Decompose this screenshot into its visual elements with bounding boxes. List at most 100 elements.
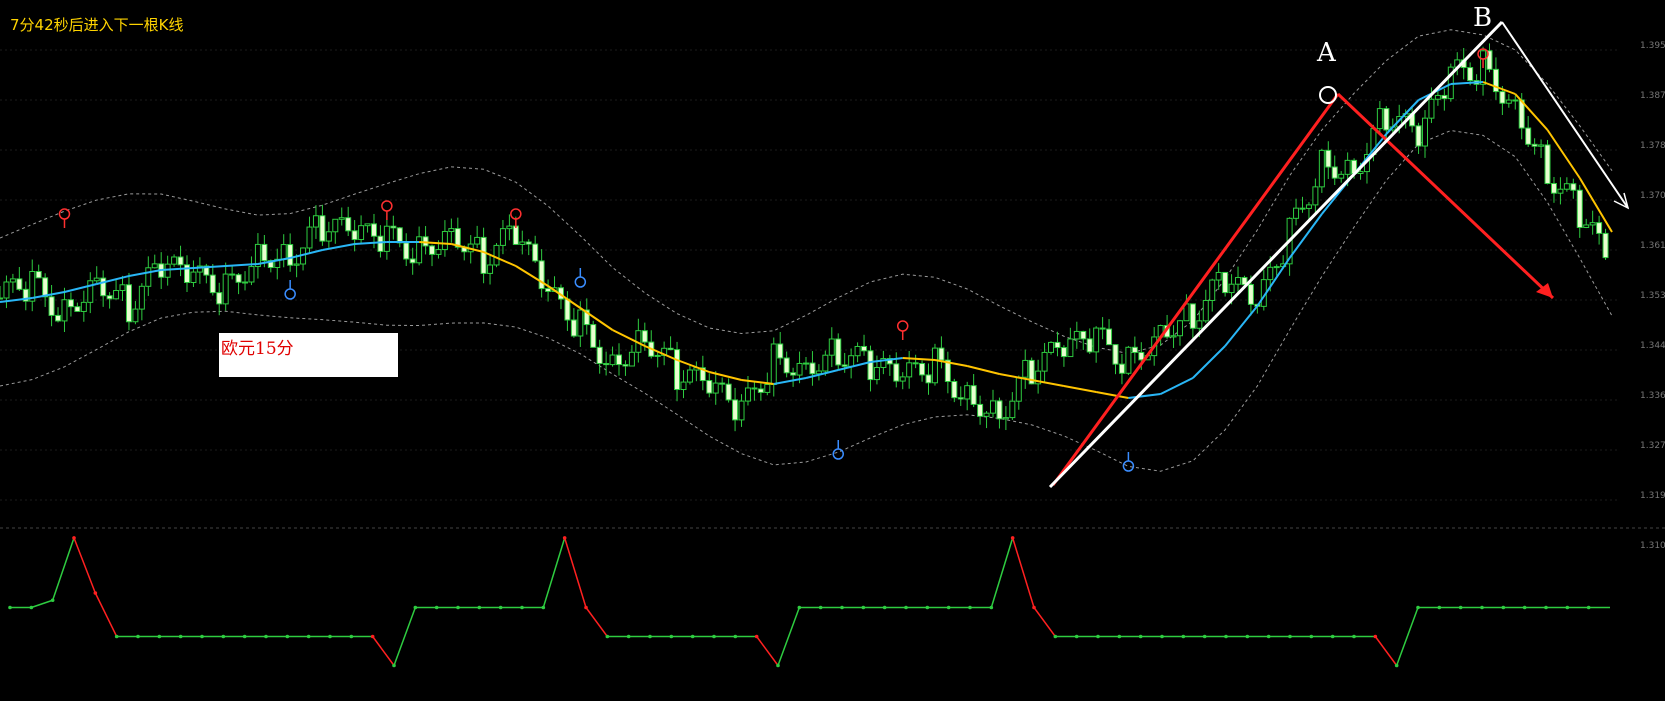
oscillator-point xyxy=(882,605,887,610)
candle-body xyxy=(429,245,436,255)
candle-body xyxy=(132,308,139,323)
candle-body xyxy=(931,347,938,384)
candle-body xyxy=(596,346,603,365)
candle-body xyxy=(1557,188,1564,194)
oscillator-point xyxy=(498,605,503,610)
oscillator-point xyxy=(200,634,204,639)
price-tick-label: 1.3785 xyxy=(1640,141,1665,151)
candle-body xyxy=(87,280,94,303)
oscillator-point xyxy=(989,605,994,610)
candle-body xyxy=(964,385,971,400)
lower-band-line xyxy=(0,130,1613,472)
midline-segment xyxy=(709,371,742,381)
oscillator-point xyxy=(904,605,908,610)
trend-lines xyxy=(1048,20,1630,489)
candle-body xyxy=(822,354,829,372)
candle-body xyxy=(570,319,577,337)
oscillator-point xyxy=(1394,663,1399,668)
candle-body xyxy=(1505,99,1512,104)
candle-body xyxy=(1499,91,1506,104)
red-trend-line-up xyxy=(1051,93,1340,486)
candle-body xyxy=(957,397,964,400)
candle-body xyxy=(100,277,107,297)
candle-body xyxy=(757,388,764,393)
candle-body xyxy=(686,369,693,383)
oscillator-point xyxy=(1138,634,1143,639)
oscillator-point xyxy=(1053,634,1058,639)
candle-body xyxy=(1596,222,1603,234)
candle-body xyxy=(545,288,552,292)
price-tick-label: 1.3955 xyxy=(1640,41,1665,51)
candle-body xyxy=(590,324,597,348)
candle-body xyxy=(725,383,732,401)
candle-body xyxy=(55,314,62,322)
oscillator-point xyxy=(136,634,140,639)
point-a-label: A xyxy=(1317,38,1336,68)
candle-body xyxy=(416,236,423,264)
candle-body xyxy=(1176,320,1183,337)
oscillator-point xyxy=(1117,634,1122,639)
oscillator-point xyxy=(72,536,76,540)
candle-body xyxy=(319,215,326,242)
candle-body xyxy=(1022,359,1029,378)
candle-body xyxy=(790,372,797,376)
candle-body xyxy=(938,347,945,361)
candle-body xyxy=(1015,376,1022,402)
candle-body xyxy=(1325,149,1332,168)
oscillator-point xyxy=(1181,634,1186,639)
candle-body xyxy=(1383,108,1390,131)
point-a-circle xyxy=(1319,86,1337,104)
candle-body xyxy=(1512,99,1519,102)
candle-body xyxy=(906,362,913,378)
candle-body xyxy=(74,306,81,312)
midline-segment xyxy=(289,249,323,259)
oscillator-point xyxy=(221,634,226,639)
candle-body xyxy=(538,260,545,290)
oscillator-segment xyxy=(756,636,779,666)
oscillator-point xyxy=(946,605,951,610)
candle-body xyxy=(1060,347,1067,358)
candle-body xyxy=(1531,143,1538,147)
oscillator-point xyxy=(392,663,396,668)
candle-body xyxy=(1525,127,1532,145)
midline-segment xyxy=(128,269,162,277)
candle-body xyxy=(1583,224,1590,228)
candle-body xyxy=(1544,144,1551,185)
candle-body xyxy=(873,366,880,381)
midline-segment xyxy=(966,365,1000,375)
buy-signal-icon xyxy=(284,288,296,300)
candle-body xyxy=(809,362,816,375)
candle-body xyxy=(622,364,629,367)
oscillator-point xyxy=(157,634,162,639)
candle-body xyxy=(48,296,55,316)
candle-body xyxy=(1267,266,1274,281)
upper-band-line xyxy=(0,29,1613,355)
candle-body xyxy=(719,382,726,385)
oscillator-point xyxy=(754,634,759,639)
candle-body xyxy=(1222,271,1229,294)
candle-body xyxy=(1570,183,1577,191)
candle-body xyxy=(93,277,100,282)
oscillator-point xyxy=(328,634,332,639)
candle-body xyxy=(1376,108,1383,130)
oscillator-segment xyxy=(563,537,587,608)
candle-body xyxy=(1422,117,1429,147)
candle-body xyxy=(861,345,868,352)
candle-body xyxy=(480,236,487,274)
candle-body xyxy=(1170,335,1177,338)
candle-body xyxy=(345,217,352,232)
candle-body xyxy=(848,355,855,367)
midline-segment xyxy=(741,379,774,385)
candle-body xyxy=(1441,94,1448,100)
oscillator-segment xyxy=(51,537,75,601)
candle-body xyxy=(106,295,113,300)
candle-body xyxy=(1215,271,1222,281)
candle-body xyxy=(989,400,996,414)
candle-body xyxy=(680,381,687,391)
candle-body xyxy=(1106,328,1113,346)
oscillator-point xyxy=(1096,634,1100,639)
candle-body xyxy=(441,231,448,251)
candle-body xyxy=(1099,327,1106,330)
oscillator-segment xyxy=(393,607,417,666)
oscillator-point xyxy=(861,605,866,610)
